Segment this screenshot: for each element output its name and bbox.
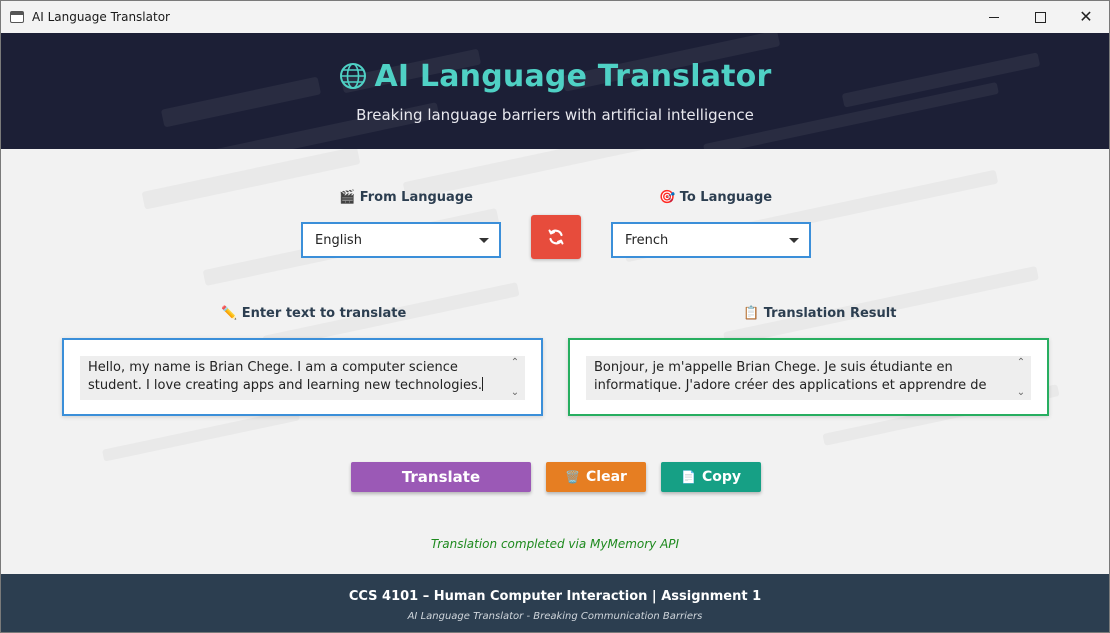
app-subtitle: Breaking language barriers with artifici… [356,106,754,124]
close-button[interactable]: ✕ [1063,1,1109,33]
document-icon: 📄 [681,470,696,484]
input-panel: Hello, my name is Brian Chege. I am a co… [62,338,543,416]
output-textarea[interactable]: Bonjour, je m'appelle Brian Chege. Je su… [586,356,1031,400]
clear-button[interactable]: 🗑️ Clear [546,462,646,492]
header-banner: AI Language Translator Breaking language… [1,33,1109,149]
title-bar: AI Language Translator ✕ [1,1,1109,33]
to-language-label: 🎯 To Language [659,190,773,205]
minimize-button[interactable] [971,1,1017,33]
status-message: Translation completed via MyMemory API [430,537,680,551]
from-language-select[interactable]: English [301,222,501,258]
translate-button[interactable]: Translate [351,462,531,492]
from-language-label: 🎬 From Language [339,190,473,205]
globe-icon [339,63,366,89]
main-content: 🎬 From Language English 🎯 To Language Fr… [1,149,1109,574]
output-panel: Bonjour, je m'appelle Brian Chege. Je su… [568,338,1049,416]
footer-tagline: AI Language Translator - Breaking Commun… [407,611,703,622]
input-scrollbar[interactable]: ⌃ ⌄ [509,358,521,398]
app-title: AI Language Translator [374,59,772,94]
scroll-down-icon[interactable]: ⌄ [511,388,519,398]
minimize-icon [989,16,999,18]
window-app-icon [10,11,24,23]
trash-icon: 🗑️ [565,470,581,484]
scroll-down-icon[interactable]: ⌄ [1017,388,1025,398]
scroll-up-icon[interactable]: ⌃ [511,358,519,368]
input-textarea[interactable]: Hello, my name is Brian Chege. I am a co… [80,356,525,400]
window-title: AI Language Translator [32,10,170,24]
output-label: 📋 Translation Result [743,306,897,321]
copy-button[interactable]: 📄 Copy [661,462,761,492]
input-label: ✏️ Enter text to translate [221,306,407,321]
clear-button-label: Clear [586,469,627,485]
copy-button-label: Copy [701,469,741,485]
footer-course: CCS 4101 – Human Computer Interaction | … [348,589,762,604]
translate-button-label: Translate [401,468,481,486]
swap-languages-button[interactable] [531,215,581,259]
chevron-down-icon [789,238,799,243]
app-heading: AI Language Translator [1,59,1109,94]
to-language-value: French [625,232,669,248]
to-language-select[interactable]: French [611,222,811,258]
scroll-up-icon[interactable]: ⌃ [1017,358,1025,368]
maximize-button[interactable] [1017,1,1063,33]
chevron-down-icon [479,238,489,243]
footer: CCS 4101 – Human Computer Interaction | … [1,574,1109,632]
text-cursor [481,377,483,391]
from-language-value: English [315,232,362,248]
maximize-icon [1034,11,1046,23]
output-text: Bonjour, je m'appelle Brian Chege. Je su… [594,360,987,393]
input-text: Hello, my name is Brian Chege. I am a co… [88,360,482,393]
swap-arrows-icon [548,229,564,245]
close-icon: ✕ [1079,7,1093,26]
output-scrollbar[interactable]: ⌃ ⌄ [1015,358,1027,398]
app-window: AI Language Translator ✕ AI Language Tra… [0,0,1110,633]
window-controls: ✕ [971,1,1109,33]
